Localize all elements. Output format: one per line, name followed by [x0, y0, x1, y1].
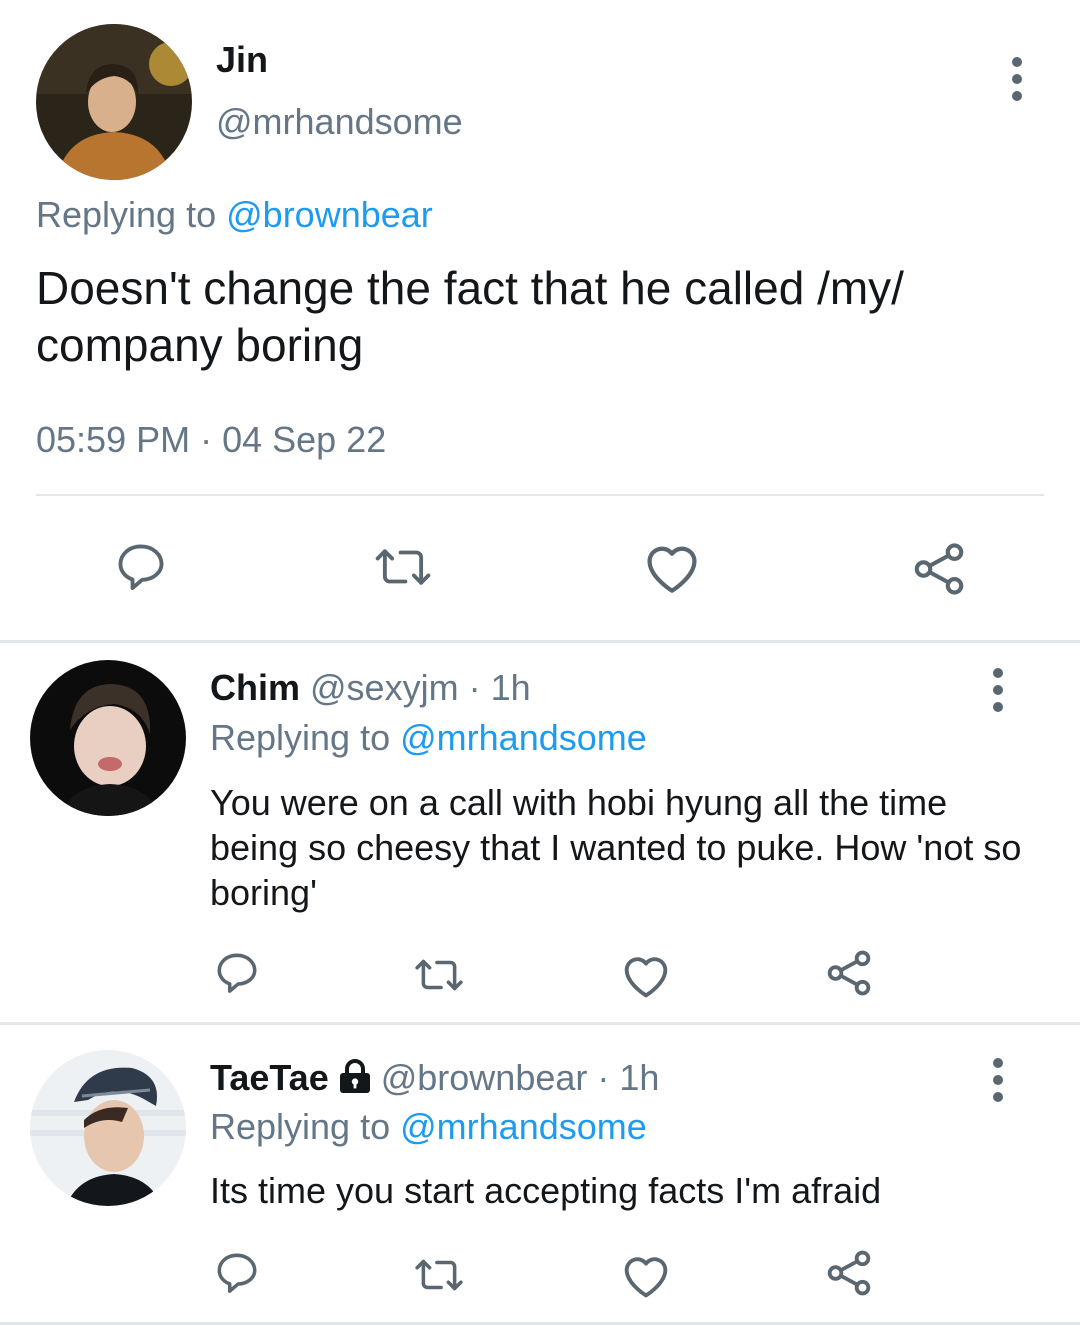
retweet-icon [415, 1259, 463, 1291]
share-button[interactable] [822, 1246, 876, 1300]
like-icon [647, 546, 697, 593]
reply-icon [118, 544, 164, 590]
like-button[interactable] [640, 538, 704, 596]
reply-text: Its time you start accepting facts I'm a… [210, 1170, 882, 1211]
divider [36, 494, 1044, 496]
share-button[interactable] [822, 946, 876, 1000]
reply-author-name[interactable]: TaeTae [210, 1057, 329, 1098]
replying-to-line: Replying to @mrhandsome [210, 718, 647, 758]
replying-to-prefix: Replying to [210, 1106, 391, 1147]
share-icon [827, 950, 871, 996]
replying-to-line: Replying to @brownbear [36, 195, 433, 235]
reply-author-name[interactable]: Chim [210, 667, 300, 708]
replying-to-link[interactable]: @mrhandsome [400, 1106, 647, 1147]
share-icon [914, 543, 964, 595]
divider [0, 1322, 1080, 1325]
divider [0, 640, 1080, 643]
author-handle[interactable]: @mrhandsome [216, 102, 463, 142]
share-icon [827, 1250, 871, 1296]
like-button[interactable] [618, 950, 674, 1000]
reply-button[interactable] [212, 1248, 262, 1298]
reply-header: Chim @sexyjm · 1h [210, 668, 531, 708]
author-name[interactable]: Jin [216, 40, 268, 80]
replying-to-prefix: Replying to [36, 194, 217, 235]
avatar-taetae[interactable] [30, 1050, 186, 1206]
reply-header: TaeTae @brownbear · 1h [210, 1058, 659, 1101]
tweet-text: Doesn't change the fact that he called /… [36, 262, 904, 371]
lock-icon [337, 1059, 373, 1101]
retweet-button[interactable] [410, 950, 468, 1000]
like-button[interactable] [618, 1250, 674, 1300]
retweet-icon [415, 959, 463, 991]
reply-time: · 1h [468, 667, 531, 708]
reply-time: · 1h [597, 1057, 660, 1098]
reply-icon [217, 1253, 257, 1293]
replying-to-prefix: Replying to [210, 717, 391, 758]
replying-to-link[interactable]: @mrhandsome [400, 717, 647, 758]
retweet-icon [375, 549, 431, 585]
replying-to-link[interactable]: @brownbear [226, 194, 433, 235]
avatar-jin[interactable] [36, 24, 192, 180]
reply-button[interactable] [212, 948, 262, 998]
replying-to-line: Replying to @mrhandsome [210, 1107, 647, 1147]
reply-button[interactable] [112, 538, 170, 596]
divider [0, 1022, 1080, 1025]
retweet-button[interactable] [410, 1250, 468, 1300]
reply-icon [217, 953, 257, 993]
avatar-taetae-image [30, 1050, 186, 1206]
like-icon [624, 1257, 668, 1298]
more-options-icon[interactable] [1005, 57, 1029, 101]
reply-author-handle[interactable]: @sexyjm [310, 667, 459, 708]
tweet-timestamp: 05:59 PM · 04 Sep 22 [36, 419, 387, 460]
share-button[interactable] [908, 538, 970, 600]
reply-author-handle[interactable]: @brownbear [381, 1057, 588, 1098]
avatar-chim-image [30, 660, 186, 816]
avatar-jin-image [36, 24, 192, 180]
reply-text: You were on a call with hobi hyung all t… [210, 782, 1022, 913]
retweet-button[interactable] [370, 538, 436, 596]
like-icon [624, 957, 668, 998]
more-options-icon[interactable] [986, 668, 1010, 712]
avatar-chim[interactable] [30, 660, 186, 816]
more-options-icon[interactable] [986, 1058, 1010, 1102]
